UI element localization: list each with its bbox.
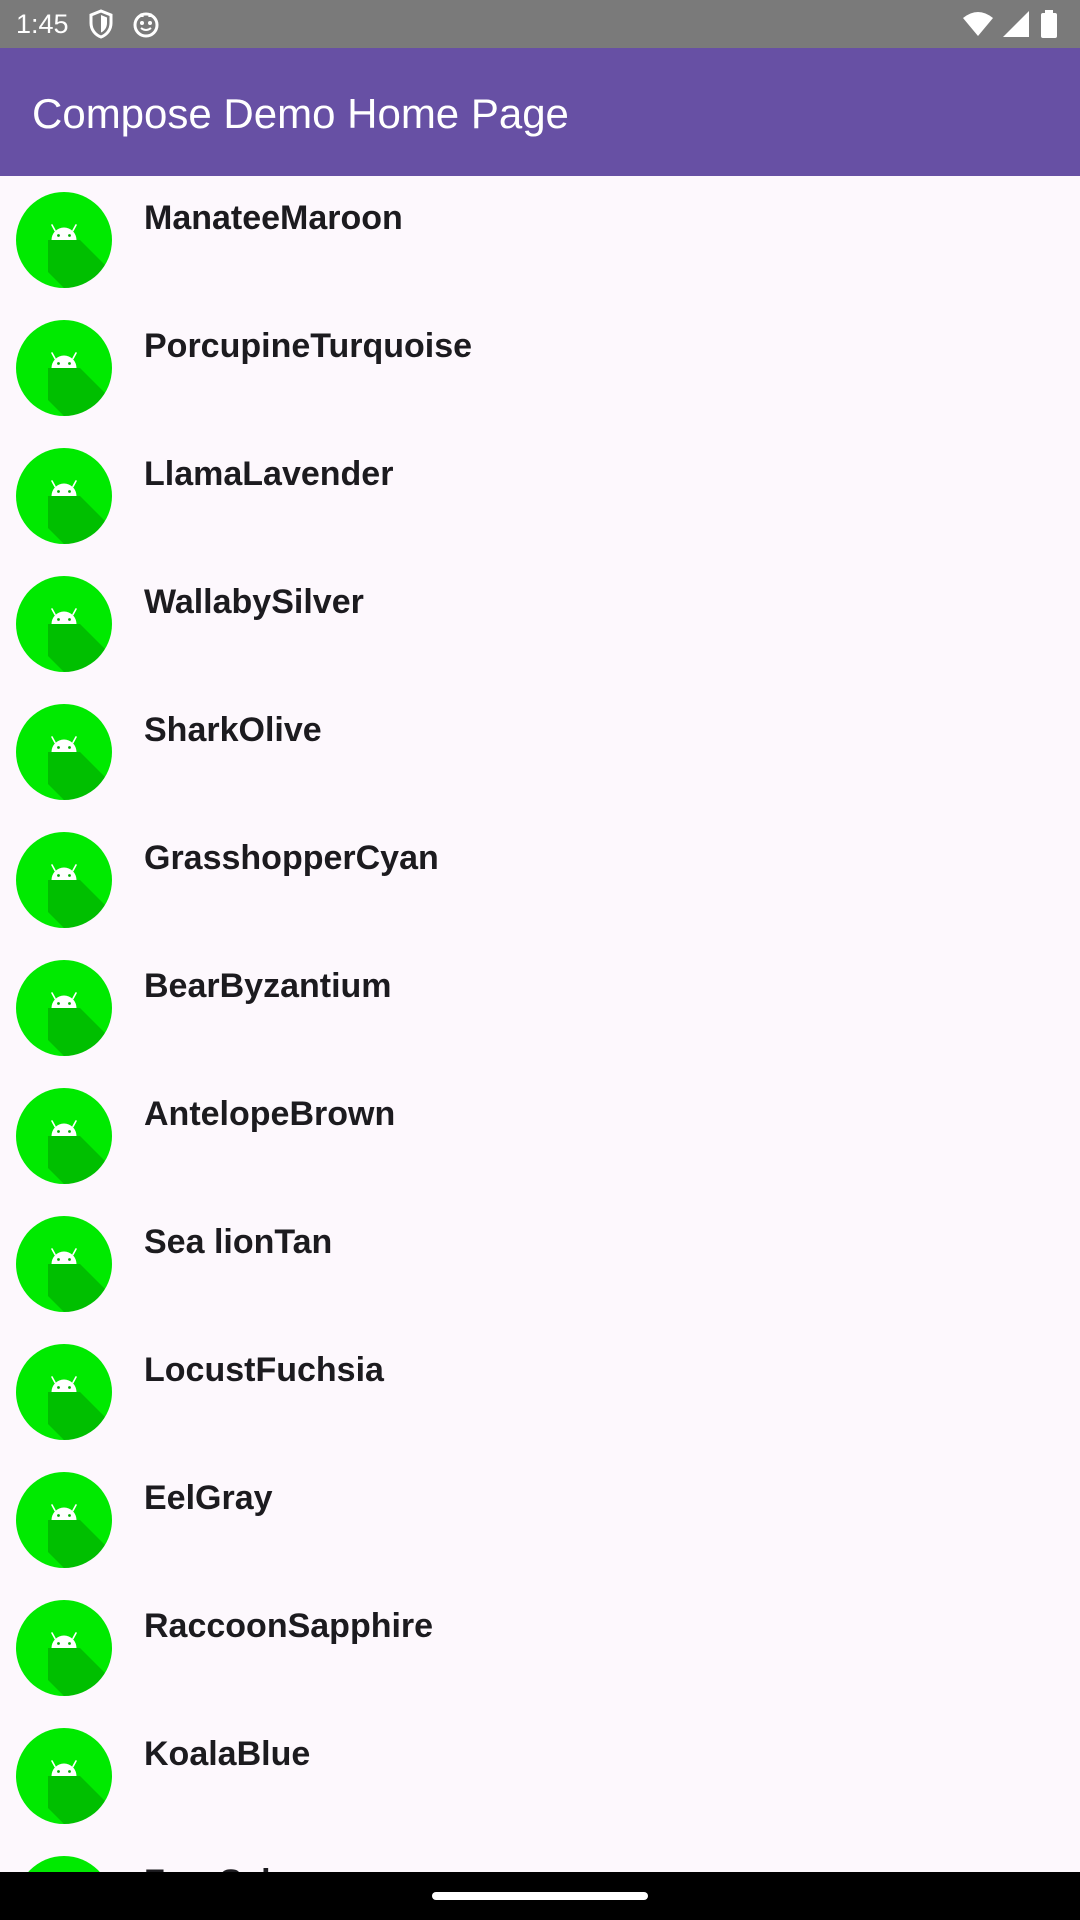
battery-icon <box>1041 10 1057 38</box>
list-item-label: RaccoonSapphire <box>144 1607 434 1645</box>
vpn-shield-icon <box>89 9 113 39</box>
list-item-label: ManateeMaroon <box>144 199 403 237</box>
list-item[interactable]: Sea lionTan <box>0 1200 1080 1328</box>
list-item-label: Sea lionTan <box>144 1223 333 1261</box>
android-icon <box>16 1344 112 1440</box>
navigation-bar <box>0 1872 1080 1920</box>
item-list[interactable]: ManateeMaroon PorcupineTurquoise LlamaLa… <box>0 176 1080 1872</box>
home-gesture-handle[interactable] <box>432 1892 648 1900</box>
android-icon <box>16 192 112 288</box>
list-item-label: FrogSalmon <box>144 1862 342 1872</box>
list-item[interactable]: LocustFuchsia <box>0 1328 1080 1456</box>
android-icon <box>16 1472 112 1568</box>
list-item[interactable]: KoalaBlue <box>0 1712 1080 1840</box>
status-bar: 1:45 <box>0 0 1080 48</box>
list-item[interactable]: FrogSalmon <box>0 1840 1080 1872</box>
status-time: 1:45 <box>16 9 69 39</box>
top-app-bar: Compose Demo Home Page <box>0 48 1080 176</box>
android-icon <box>16 320 112 416</box>
list-item-label: AntelopeBrown <box>144 1095 396 1133</box>
android-icon <box>16 832 112 928</box>
cellular-signal-icon <box>1003 11 1029 37</box>
list-item[interactable]: PorcupineTurquoise <box>0 304 1080 432</box>
smiley-notification-icon <box>133 12 159 38</box>
list-item-label: BearByzantium <box>144 967 392 1005</box>
android-icon <box>16 576 112 672</box>
list-item[interactable]: GrasshopperCyan <box>0 816 1080 944</box>
list-item[interactable]: LlamaLavender <box>0 432 1080 560</box>
list-item-label: GrasshopperCyan <box>144 839 439 877</box>
list-item[interactable]: SharkOlive <box>0 688 1080 816</box>
android-icon <box>16 704 112 800</box>
list-item[interactable]: EelGray <box>0 1456 1080 1584</box>
page-title: Compose Demo Home Page <box>32 90 569 137</box>
list-item-label: LlamaLavender <box>144 455 394 493</box>
list-item[interactable]: AntelopeBrown <box>0 1072 1080 1200</box>
list-item[interactable]: WallabySilver <box>0 560 1080 688</box>
android-icon <box>16 1600 112 1696</box>
android-icon <box>16 1856 112 1872</box>
list-item-label: EelGray <box>144 1479 273 1517</box>
list-item[interactable]: RaccoonSapphire <box>0 1584 1080 1712</box>
list-item[interactable]: ManateeMaroon <box>0 176 1080 304</box>
list-item-label: WallabySilver <box>144 583 364 621</box>
list-item-label: LocustFuchsia <box>144 1351 384 1389</box>
list-item[interactable]: BearByzantium <box>0 944 1080 1072</box>
android-icon <box>16 960 112 1056</box>
list-item-label: KoalaBlue <box>144 1735 311 1773</box>
wifi-icon <box>963 12 993 36</box>
list-item-label: SharkOlive <box>144 711 322 749</box>
list-item-label: PorcupineTurquoise <box>144 327 473 365</box>
android-icon <box>16 1088 112 1184</box>
status-right-icons <box>962 9 1062 39</box>
android-icon <box>16 1216 112 1312</box>
android-icon <box>16 448 112 544</box>
android-icon <box>16 1728 112 1824</box>
